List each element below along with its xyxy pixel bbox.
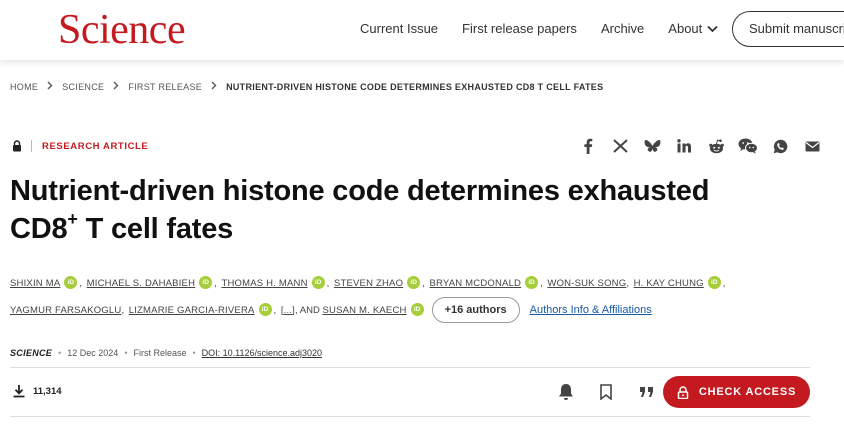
breadcrumb-science[interactable]: SCIENCE <box>62 82 104 92</box>
author-link[interactable]: MICHAEL S. DAHABIEH <box>87 278 196 289</box>
email-icon[interactable] <box>796 136 828 156</box>
author-link[interactable]: YAGMUR FARSAKOGLU <box>10 305 121 316</box>
author-ellipsis[interactable]: [...] <box>281 305 295 316</box>
article-type-row: RESEARCH ARTICLE <box>12 140 148 152</box>
orcid-icon[interactable]: iD <box>707 276 721 289</box>
divider <box>31 140 32 152</box>
more-authors-button[interactable]: +16 authors <box>431 297 520 323</box>
author-and: , AND <box>295 304 320 316</box>
bookmark-icon[interactable] <box>586 380 626 404</box>
article-meta: SCIENCE • 12 Dec 2024 • First Release • … <box>10 348 323 358</box>
journal-name[interactable]: SCIENCE <box>10 348 52 358</box>
article-actions <box>546 380 666 404</box>
divider <box>10 416 810 417</box>
nav-archive[interactable]: Archive <box>601 20 644 38</box>
x-icon[interactable] <box>604 136 636 156</box>
reddit-icon[interactable] <box>700 136 732 156</box>
orcid-icon[interactable]: iD <box>410 302 424 316</box>
submit-manuscript-button[interactable]: Submit manuscript <box>732 11 844 47</box>
author-link[interactable]: BRYAN MCDONALD <box>429 278 521 289</box>
chevron-down-icon <box>707 20 718 38</box>
bell-icon[interactable] <box>546 380 586 404</box>
download-icon <box>12 384 26 398</box>
article-title-line2: T cell fates <box>77 213 234 245</box>
article-title-line1: Nutrient-driven histone code determines … <box>10 175 710 207</box>
author-link[interactable]: SUSAN M. KAECH <box>322 305 406 316</box>
download-count-value: 11,314 <box>33 385 62 397</box>
author-list-continued: YAGMUR FARSAKOGLU, LIZMARIE GARCIA-RIVER… <box>10 297 830 323</box>
author-list: SHIXIN MA iD, MICHAEL S. DAHABIEH iD, THOM… <box>10 276 830 290</box>
author-link[interactable]: SHIXIN MA <box>10 278 60 289</box>
article-type-label: RESEARCH ARTICLE <box>42 140 149 152</box>
breadcrumb: HOME SCIENCE FIRST RELEASE NUTRIENT-DRIV… <box>10 81 603 92</box>
orcid-icon[interactable]: iD <box>525 276 539 289</box>
nav-about[interactable]: About <box>668 20 718 38</box>
quote-icon[interactable] <box>626 380 666 404</box>
publication-status: First Release <box>133 348 187 358</box>
nav-first-release[interactable]: First release papers <box>462 20 577 38</box>
orcid-icon[interactable]: iD <box>199 276 213 289</box>
orcid-icon[interactable]: iD <box>407 276 421 289</box>
facebook-icon[interactable] <box>572 136 604 156</box>
divider <box>10 367 810 368</box>
science-logo[interactable]: Science <box>58 6 186 54</box>
whatsapp-icon[interactable] <box>764 136 796 156</box>
orcid-icon[interactable]: iD <box>258 302 272 316</box>
download-count: 11,314 <box>12 384 62 398</box>
chevron-right-icon <box>113 81 119 92</box>
author-link[interactable]: LIZMARIE GARCIA-RIVERA <box>129 305 255 316</box>
orcid-icon[interactable]: iD <box>64 276 78 289</box>
breadcrumb-home[interactable]: HOME <box>10 82 38 92</box>
nav-current-issue[interactable]: Current Issue <box>360 20 438 38</box>
authors-affiliations-link[interactable]: Authors Info & Affiliations <box>530 304 652 316</box>
author-link[interactable]: H. KAY CHUNG <box>634 278 704 289</box>
lock-icon <box>12 140 22 152</box>
publish-date: 12 Dec 2024 <box>67 348 119 358</box>
site-header: Science Current Issue First release pape… <box>0 0 844 60</box>
article-title-cd8: CD8 <box>10 213 68 245</box>
chevron-right-icon <box>47 81 53 92</box>
article-title-superscript: + <box>67 209 78 229</box>
breadcrumb-first-release[interactable]: FIRST RELEASE <box>128 82 202 92</box>
author-link[interactable]: STEVEN ZHAO <box>334 278 403 289</box>
bluesky-icon[interactable] <box>636 136 668 156</box>
chevron-right-icon <box>211 81 217 92</box>
article-title: Nutrient-driven histone code determines … <box>10 172 810 248</box>
author-link[interactable]: THOMAS H. MANN <box>221 278 307 289</box>
main-nav: Current Issue First release papers Archi… <box>360 20 742 38</box>
check-access-label: CHECK ACCESS <box>698 386 797 398</box>
linkedin-icon[interactable] <box>668 136 700 156</box>
doi-link[interactable]: DOI: 10.1126/science.adj3020 <box>202 348 322 358</box>
wechat-icon[interactable] <box>732 136 764 156</box>
nav-about-label: About <box>668 21 703 36</box>
author-link[interactable]: WON-SUK SONG <box>547 278 626 289</box>
check-access-button[interactable]: CHECK ACCESS <box>663 376 810 408</box>
lock-icon <box>677 385 689 399</box>
orcid-icon[interactable]: iD <box>311 276 325 289</box>
breadcrumb-current: NUTRIENT-DRIVEN HISTONE CODE DETERMINES … <box>226 81 604 92</box>
share-bar <box>572 136 828 156</box>
